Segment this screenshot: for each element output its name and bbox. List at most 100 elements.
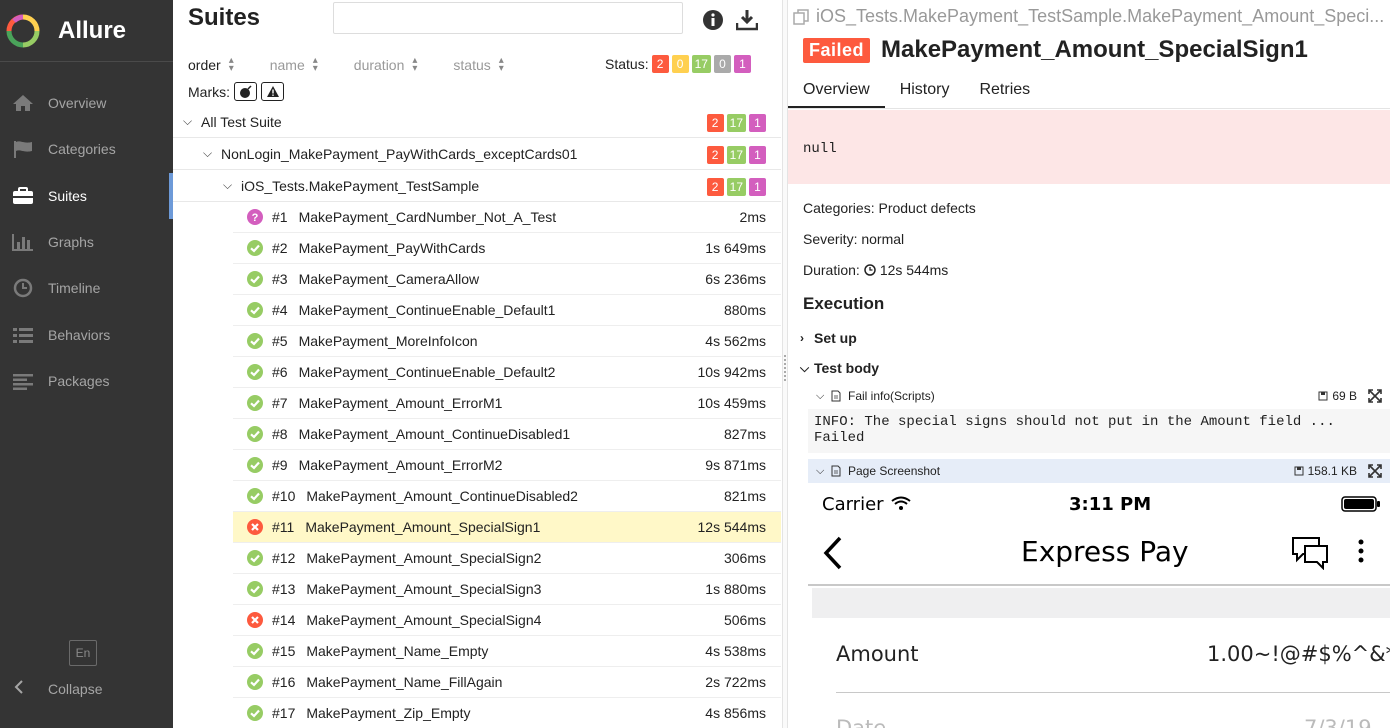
test-duration: 1s 880ms [705, 581, 766, 597]
test-duration: 4s 538ms [705, 643, 766, 659]
tab-retries[interactable]: Retries [964, 72, 1045, 108]
attachment-page-screenshot[interactable]: ⌵ Page Screenshot 158.1 KB [808, 459, 1390, 483]
file-icon [831, 390, 841, 402]
brand[interactable]: Allure [0, 0, 173, 62]
sidebar-item-label: Packages [48, 372, 110, 389]
tree-group-all[interactable]: ⌵ All Test Suite 2 17 1 [173, 106, 781, 138]
new-failed-mark-button[interactable] [261, 82, 284, 101]
sort-order[interactable]: order ▴ ▾ [188, 56, 234, 74]
passed-check-icon [247, 705, 263, 721]
setup-step[interactable]: › Set up [800, 330, 857, 346]
test-duration: 4s 856ms [705, 705, 766, 721]
status-badge-skipped[interactable]: 0 [713, 55, 731, 73]
passed-check-icon [247, 302, 263, 318]
test-row[interactable]: #4 MakePayment_ContinueEnable_Default1 880… [233, 295, 781, 326]
flaky-mark-button[interactable] [234, 82, 257, 101]
test-row[interactable]: #11 MakePayment_Amount_SpecialSign1 12s 54… [233, 512, 781, 543]
test-name: MakePayment_Amount_SpecialSign2 [306, 550, 542, 566]
search-input[interactable] [333, 2, 683, 34]
more-vertical-icon [1358, 539, 1364, 563]
status-badge-broken[interactable]: 0 [671, 55, 689, 73]
status-badge-unknown[interactable]: 1 [733, 55, 751, 73]
breadcrumb: iOS_Tests.MakePayment_TestSample.MakePay… [793, 6, 1384, 27]
back-icon [823, 536, 842, 570]
test-number: #9 [272, 457, 288, 473]
collapse-button[interactable]: Collapse [14, 680, 102, 697]
test-duration: 10s 942ms [697, 364, 766, 380]
passed-check-icon [247, 643, 263, 659]
sort-arrows-icon: ▴ ▾ [412, 55, 418, 74]
sidebar-item-overview[interactable]: Overview [0, 80, 173, 126]
test-row[interactable]: #12 MakePayment_Amount_SpecialSign2 306ms [233, 543, 781, 574]
status-badge-passed[interactable]: 17 [691, 55, 711, 73]
test-number: #6 [272, 364, 288, 380]
copy-icon[interactable] [793, 8, 809, 25]
tab-overview[interactable]: Overview [788, 72, 885, 108]
clock-icon [11, 276, 35, 300]
test-row[interactable]: #15 MakePayment_Name_Empty 4s 538ms [233, 636, 781, 667]
sidebar-item-categories[interactable]: Categories [0, 126, 173, 172]
status-badge: Failed [803, 37, 871, 63]
briefcase-icon [11, 184, 35, 208]
passed-check-icon [247, 550, 263, 566]
test-number: #5 [272, 333, 288, 349]
download-icon[interactable] [736, 9, 758, 31]
test-row[interactable]: ? #1 MakePayment_CardNumber_Not_A_Test 2ms [233, 202, 781, 233]
test-row[interactable]: #14 MakePayment_Amount_SpecialSign4 506ms [233, 605, 781, 636]
count-badge: 17 [726, 146, 746, 164]
info-icon[interactable] [702, 9, 724, 31]
sidebar-item-suites[interactable]: Suites [0, 172, 173, 220]
attachment-fail-info[interactable]: ⌵ Fail info(Scripts) 69 B [808, 384, 1390, 408]
status-badge-failed[interactable]: 2 [651, 55, 669, 73]
sidebar-item-behaviors[interactable]: Behaviors [0, 311, 173, 357]
test-row[interactable]: #2 MakePayment_PayWithCards 1s 649ms [233, 233, 781, 264]
test-name: MakePayment_Amount_ContinueDisabled2 [306, 488, 578, 504]
marks-filter: Marks: [188, 82, 284, 101]
sidebar-item-timeline[interactable]: Timeline [0, 265, 173, 311]
list-icon [11, 323, 35, 347]
suite-tree: ⌵ All Test Suite 2 17 1 ⌵ NonLogin_MakeP… [173, 106, 781, 728]
phone-date-label: Date [836, 716, 887, 728]
test-row[interactable]: #13 MakePayment_Amount_SpecialSign3 1s 880… [233, 574, 781, 605]
test-row[interactable]: #5 MakePayment_MoreInfoIcon 4s 562ms [233, 326, 781, 357]
count-badge: 2 [706, 178, 724, 196]
count-badge: 1 [749, 114, 766, 132]
sort-duration[interactable]: duration ▴ ▾ [354, 55, 418, 74]
sidebar-item-label: Suites [48, 187, 87, 204]
test-row[interactable]: #7 MakePayment_Amount_ErrorM1 10s 459ms [233, 388, 781, 419]
sort-arrows-icon: ▴ ▾ [312, 55, 318, 74]
test-row[interactable]: #6 MakePayment_ContinueEnable_Default2 10s… [233, 357, 781, 388]
test-row[interactable]: #17 MakePayment_Zip_Empty 4s 856ms [233, 698, 781, 728]
test-number: #10 [272, 488, 296, 504]
test-title-row: Failed MakePayment_Amount_SpecialSign1 [803, 36, 1308, 64]
sort-name[interactable]: name ▴ ▾ [270, 55, 318, 74]
passed-check-icon [247, 333, 263, 349]
test-row[interactable]: #9 MakePayment_Amount_ErrorM2 9s 871ms [233, 450, 781, 481]
test-body-step[interactable]: ⌵ Test body [800, 360, 879, 376]
sort-status[interactable]: status ▴ ▾ [453, 56, 503, 74]
test-row[interactable]: #3 MakePayment_CameraAllow 6s 236ms [233, 264, 781, 295]
passed-check-icon [247, 426, 263, 442]
breadcrumb-text: iOS_Tests.MakePayment_TestSample.MakePay… [816, 6, 1385, 26]
tab-history[interactable]: History [885, 72, 965, 108]
collapse-label: Collapse [48, 680, 103, 697]
test-row[interactable]: #10 MakePayment_Amount_ContinueDisabled2 8… [233, 481, 781, 512]
sidebar-item-packages[interactable]: Packages [0, 358, 173, 404]
tree-group-ios-tests[interactable]: ⌵ iOS_Tests.MakePayment_TestSample 2 17 … [173, 170, 781, 202]
save-icon [1294, 466, 1304, 476]
sidebar-item-graphs[interactable]: Graphs [0, 219, 173, 265]
test-row[interactable]: #8 MakePayment_Amount_ContinueDisabled1 82… [233, 419, 781, 450]
page-title: Suites [188, 4, 261, 31]
language-switch[interactable]: En [69, 640, 97, 666]
test-name: MakePayment_CardNumber_Not_A_Test [298, 209, 557, 225]
test-duration: 9s 871ms [705, 457, 766, 473]
categories-text: Categories: Product defects [803, 200, 976, 216]
test-row[interactable]: #16 MakePayment_Name_FillAgain 2s 722ms [233, 667, 781, 698]
expand-icon[interactable] [1368, 464, 1382, 478]
chevron-down-icon: ⌵ [183, 114, 193, 128]
align-left-icon [11, 369, 35, 393]
phone-amount-value: 1.00~!@#$%^&* [1207, 642, 1390, 666]
expand-icon[interactable] [1368, 389, 1382, 403]
tree-group-nonlogin[interactable]: ⌵ NonLogin_MakePayment_PayWithCards_exce… [173, 138, 781, 170]
save-icon [1318, 391, 1328, 401]
